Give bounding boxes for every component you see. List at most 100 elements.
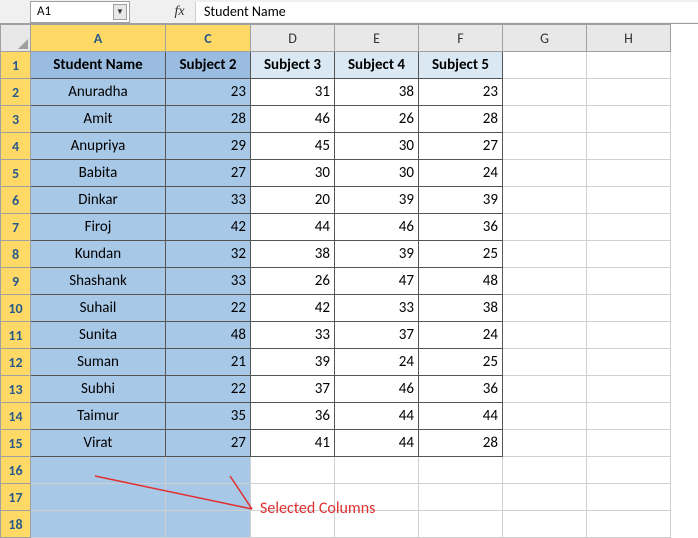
- cell[interactable]: [503, 241, 587, 268]
- cell-value[interactable]: 28: [419, 430, 503, 457]
- cell-value[interactable]: 33: [251, 322, 335, 349]
- column-header-F[interactable]: F: [419, 25, 503, 52]
- formula-input[interactable]: Student Name: [196, 2, 698, 22]
- cell-value[interactable]: 41: [251, 430, 335, 457]
- cell-value[interactable]: 48: [419, 268, 503, 295]
- cell[interactable]: [503, 133, 587, 160]
- cell-value[interactable]: 30: [335, 160, 419, 187]
- cell[interactable]: [503, 160, 587, 187]
- row-header[interactable]: 1: [1, 52, 31, 79]
- cell-subject2[interactable]: 42: [166, 214, 251, 241]
- row-header[interactable]: 10: [1, 295, 31, 322]
- cell-value[interactable]: 30: [251, 160, 335, 187]
- row-header[interactable]: 16: [1, 457, 31, 484]
- cell-subject2[interactable]: 27: [166, 160, 251, 187]
- row-header[interactable]: 3: [1, 106, 31, 133]
- row-header[interactable]: 14: [1, 403, 31, 430]
- cell-value[interactable]: 44: [251, 214, 335, 241]
- cell[interactable]: [587, 457, 671, 484]
- cell-student-name[interactable]: Taimur: [31, 403, 166, 430]
- cell-value[interactable]: 23: [419, 79, 503, 106]
- cell-value[interactable]: 28: [419, 106, 503, 133]
- cell-student-name[interactable]: Subhi: [31, 376, 166, 403]
- cell-value[interactable]: 26: [335, 106, 419, 133]
- cell[interactable]: [587, 52, 671, 79]
- cell[interactable]: [503, 349, 587, 376]
- cell-value[interactable]: 38: [335, 79, 419, 106]
- cell-value[interactable]: 36: [251, 403, 335, 430]
- cell-value[interactable]: 31: [251, 79, 335, 106]
- cell[interactable]: [503, 430, 587, 457]
- cell[interactable]: [587, 403, 671, 430]
- column-header-A[interactable]: A: [31, 25, 166, 52]
- cell[interactable]: [587, 187, 671, 214]
- cell-subject2[interactable]: 35: [166, 403, 251, 430]
- cell-subject2[interactable]: 22: [166, 295, 251, 322]
- cell-value[interactable]: 42: [251, 295, 335, 322]
- cell-subject2[interactable]: 33: [166, 268, 251, 295]
- cell[interactable]: [503, 295, 587, 322]
- cell-subject2[interactable]: 22: [166, 376, 251, 403]
- spreadsheet-grid[interactable]: A C D E F G H 1Student NameSubject 2Subj…: [0, 24, 698, 538]
- cell-subject2[interactable]: 28: [166, 106, 251, 133]
- cell[interactable]: [503, 457, 587, 484]
- cell-value[interactable]: 37: [335, 322, 419, 349]
- cell-value[interactable]: 36: [419, 214, 503, 241]
- row-header[interactable]: 9: [1, 268, 31, 295]
- cell[interactable]: [503, 52, 587, 79]
- cell-student-name[interactable]: Firoj: [31, 214, 166, 241]
- cell-value[interactable]: 24: [419, 322, 503, 349]
- row-header[interactable]: 18: [1, 511, 31, 538]
- row-header[interactable]: 12: [1, 349, 31, 376]
- cell[interactable]: [419, 484, 503, 511]
- cell[interactable]: [587, 295, 671, 322]
- cell-value[interactable]: 46: [251, 106, 335, 133]
- cell[interactable]: [503, 214, 587, 241]
- cell[interactable]: [587, 349, 671, 376]
- cell-value[interactable]: 38: [251, 241, 335, 268]
- cell-value[interactable]: 27: [419, 133, 503, 160]
- cell[interactable]: [587, 511, 671, 538]
- cell-value[interactable]: 39: [419, 187, 503, 214]
- cell[interactable]: [166, 511, 251, 538]
- cell[interactable]: [587, 106, 671, 133]
- cell[interactable]: [31, 457, 166, 484]
- cell[interactable]: [31, 511, 166, 538]
- cell-student-name[interactable]: Suhail: [31, 295, 166, 322]
- name-box[interactable]: A1 ▼: [30, 1, 130, 23]
- cell-header-subject2[interactable]: Subject 2: [166, 52, 251, 79]
- column-header-E[interactable]: E: [335, 25, 419, 52]
- cell-subject2[interactable]: 27: [166, 430, 251, 457]
- cell[interactable]: [31, 484, 166, 511]
- cell-value[interactable]: 46: [335, 376, 419, 403]
- name-box-dropdown[interactable]: ▼: [113, 4, 127, 20]
- cell-value[interactable]: 26: [251, 268, 335, 295]
- cell[interactable]: [503, 106, 587, 133]
- cell-value[interactable]: 25: [419, 349, 503, 376]
- cell[interactable]: [587, 79, 671, 106]
- cell[interactable]: [587, 376, 671, 403]
- cell-value[interactable]: 37: [251, 376, 335, 403]
- row-header[interactable]: 5: [1, 160, 31, 187]
- row-header[interactable]: 4: [1, 133, 31, 160]
- cell[interactable]: [503, 268, 587, 295]
- cell-value[interactable]: 24: [419, 160, 503, 187]
- cell-student-name[interactable]: Shashank: [31, 268, 166, 295]
- cell-student-name[interactable]: Dinkar: [31, 187, 166, 214]
- cell[interactable]: [166, 484, 251, 511]
- column-header-H[interactable]: H: [587, 25, 671, 52]
- cell[interactable]: [503, 484, 587, 511]
- cell[interactable]: [587, 241, 671, 268]
- cell[interactable]: [503, 79, 587, 106]
- cell-subject2[interactable]: 48: [166, 322, 251, 349]
- cell[interactable]: [587, 268, 671, 295]
- cell[interactable]: [419, 511, 503, 538]
- cell-student-name[interactable]: Sunita: [31, 322, 166, 349]
- cell-value[interactable]: 44: [335, 430, 419, 457]
- cell-value[interactable]: 44: [335, 403, 419, 430]
- cell[interactable]: [587, 214, 671, 241]
- cell-value[interactable]: 20: [251, 187, 335, 214]
- cell-student-name[interactable]: Anupriya: [31, 133, 166, 160]
- select-all-corner[interactable]: [1, 25, 31, 52]
- cell-subject2[interactable]: 21: [166, 349, 251, 376]
